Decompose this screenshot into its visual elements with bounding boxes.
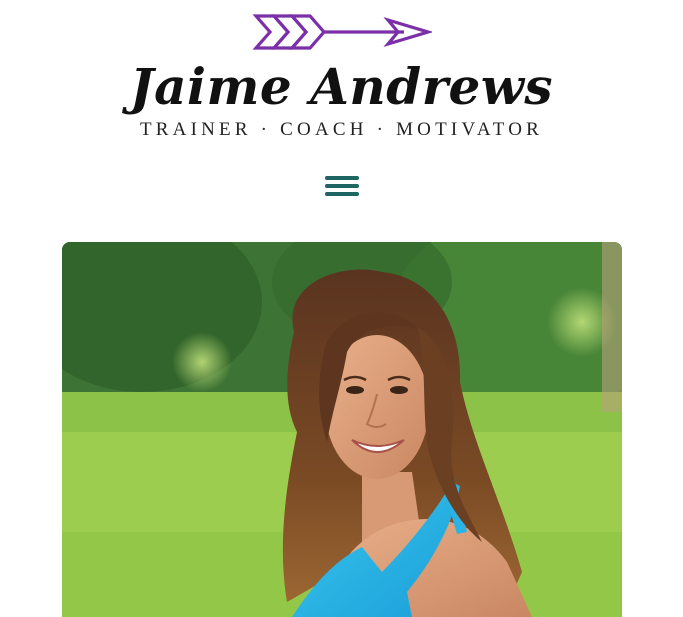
site-title: Jaime Andrews [129,57,554,116]
site-header: Jaime Andrews TRAINER · COACH · MOTIVATO… [0,0,683,150]
portrait-photo [62,242,622,617]
menu-bar [325,176,359,180]
arrow-icon [252,14,432,50]
page: Jaime Andrews TRAINER · COACH · MOTIVATO… [0,0,683,617]
menu-bar [325,184,359,188]
hamburger-menu-icon[interactable] [325,173,359,199]
site-tagline: TRAINER · COACH · MOTIVATOR [140,119,543,140]
menu-bar [325,192,359,196]
hero-image [62,242,622,617]
